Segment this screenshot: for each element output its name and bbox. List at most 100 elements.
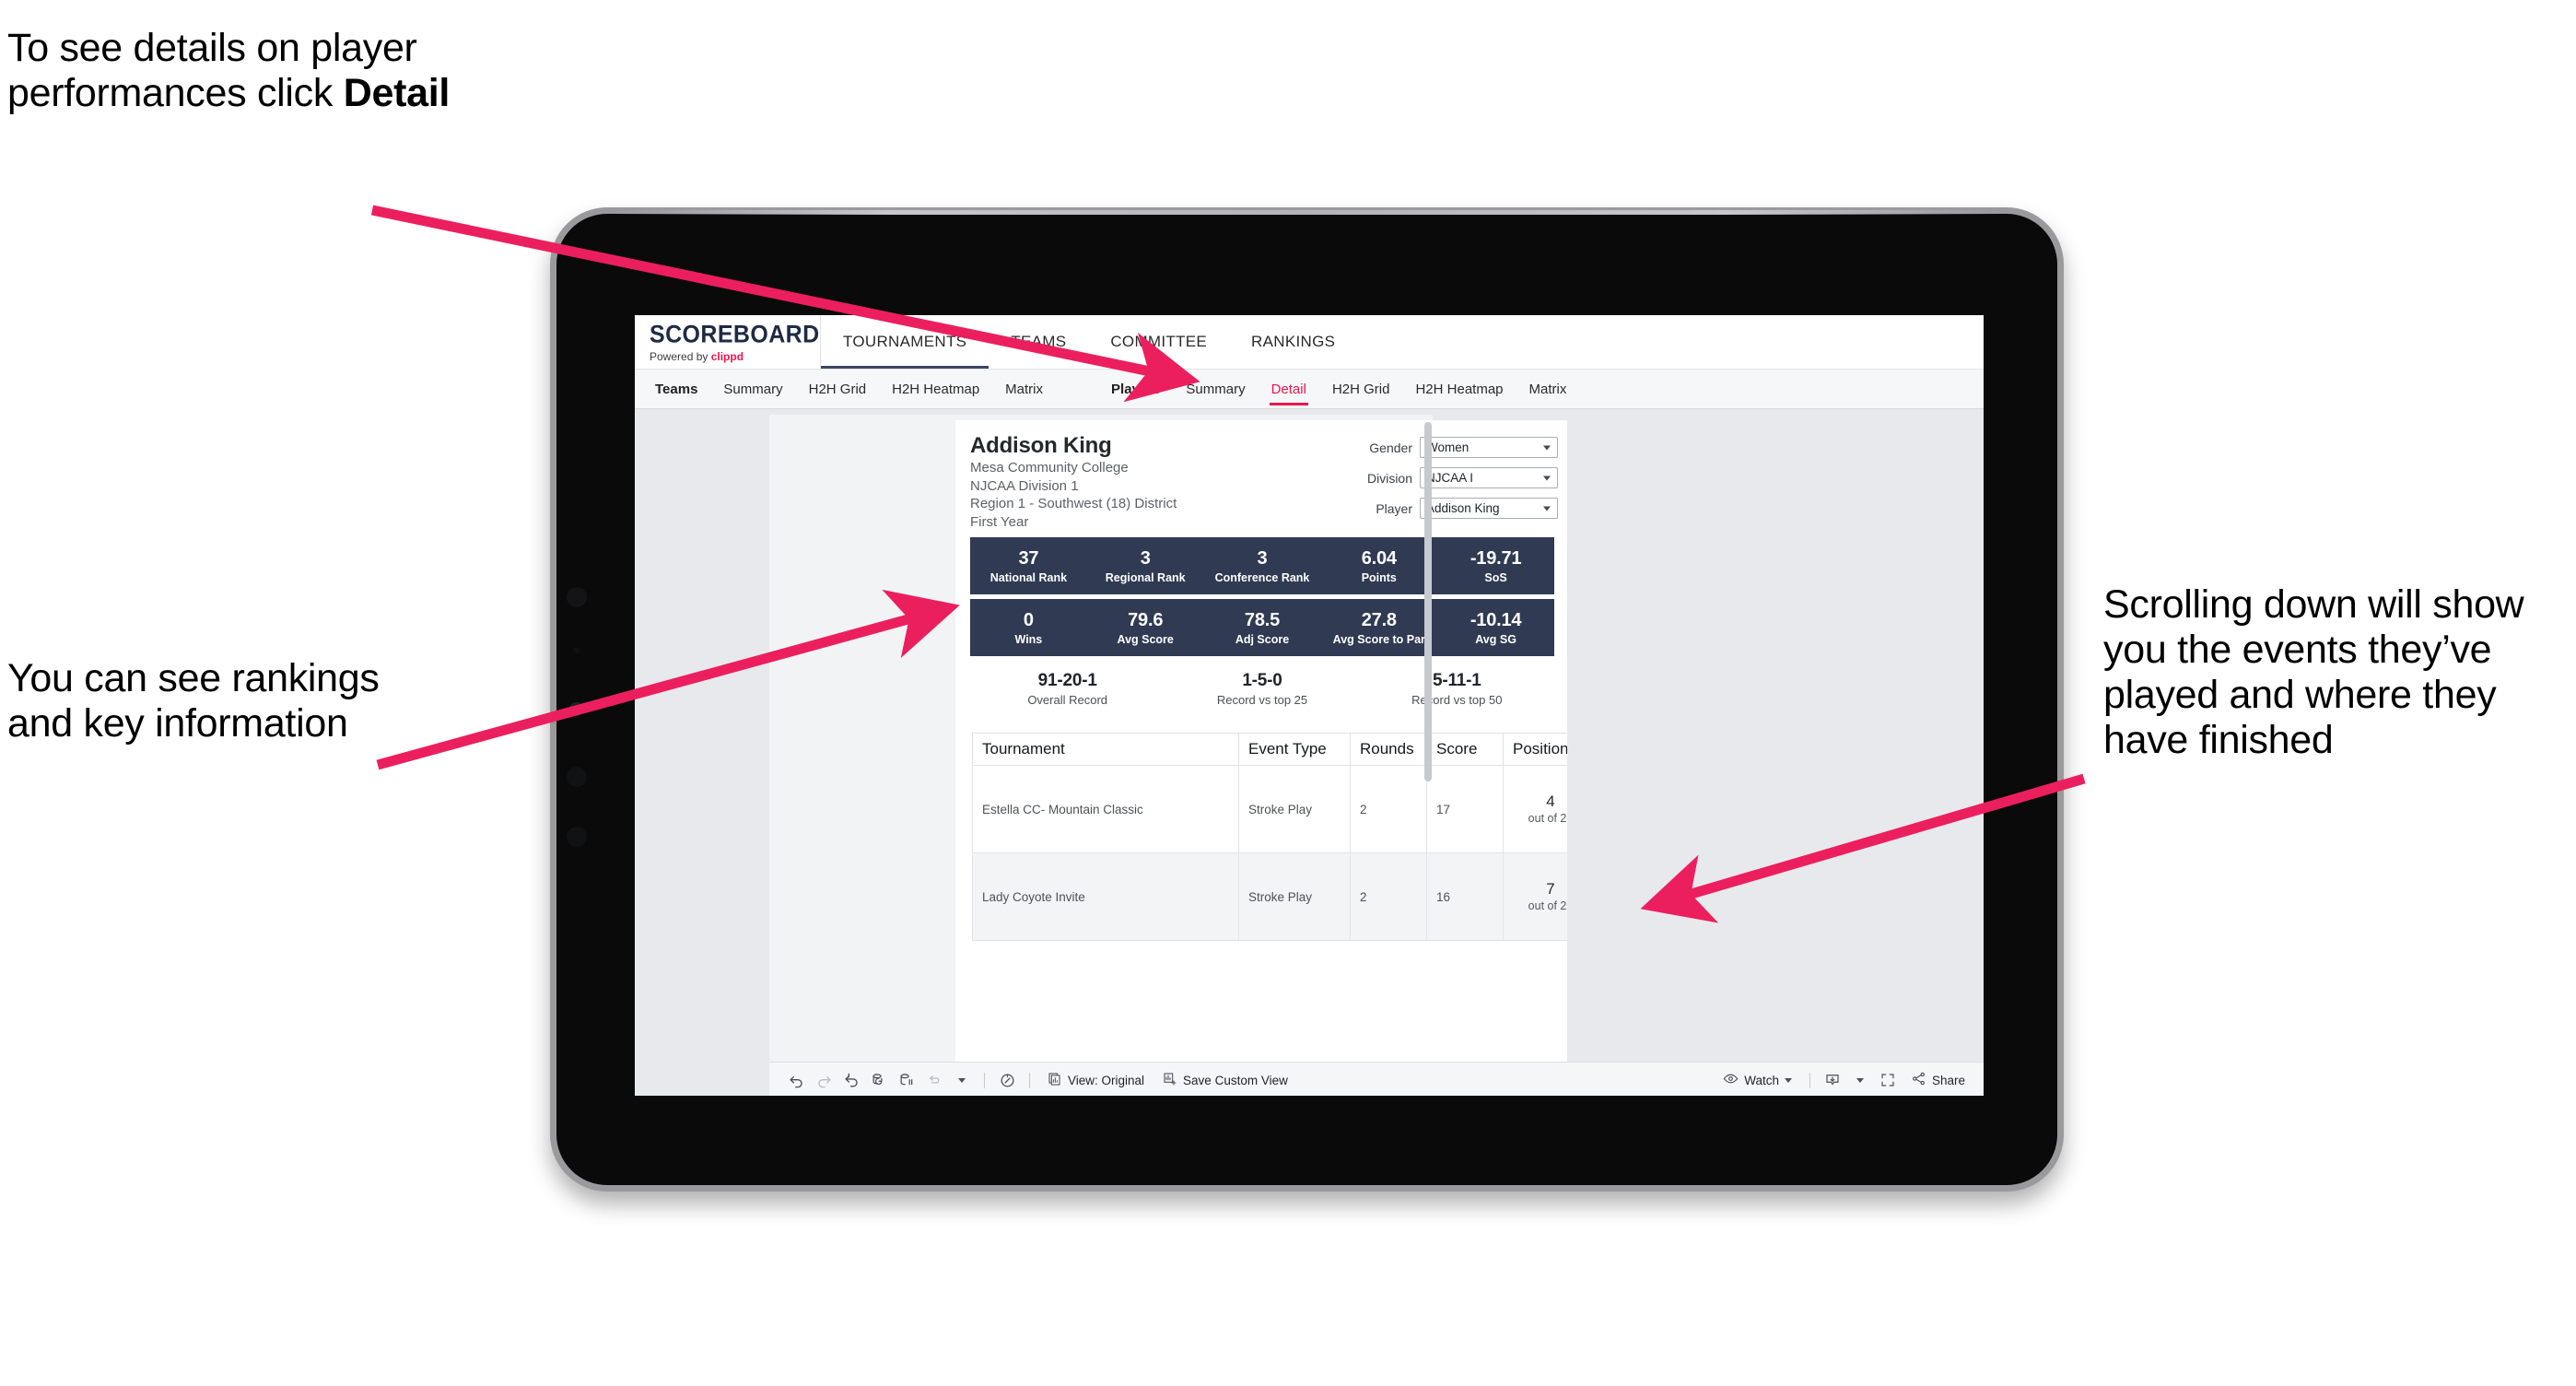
- filter-select-division[interactable]: NJCAA I: [1420, 467, 1558, 488]
- undo-icon[interactable]: [782, 1066, 810, 1094]
- tab-teams-h2h-heatmap[interactable]: H2H Heatmap: [879, 370, 992, 408]
- toolbar-right-icons: Watch Share: [1701, 1066, 1984, 1094]
- record-label: Record vs top 50: [1411, 693, 1503, 708]
- annotation-top-left: To see details on player performances cl…: [7, 26, 615, 116]
- filter-value-gender: Women: [1426, 440, 1469, 454]
- record-value: 1-5-0: [1242, 671, 1282, 691]
- player-school: Mesa Community College: [970, 459, 1129, 476]
- cell-rounds: 2: [1350, 852, 1427, 942]
- tab-players-detail[interactable]: Detail: [1259, 370, 1319, 408]
- camera-dot-icon: [567, 587, 587, 607]
- tab-teams-h2h-grid[interactable]: H2H Grid: [796, 370, 880, 408]
- stat-label: Regional Rank: [1105, 570, 1186, 584]
- toolbar-divider-3: [1809, 1072, 1810, 1088]
- player-division: NJCAA Division 1: [970, 477, 1079, 494]
- column-header-event-type[interactable]: Event Type: [1238, 733, 1351, 767]
- stat-value: -19.71: [1469, 547, 1522, 569]
- stat-label: Wins: [1014, 632, 1043, 646]
- column-header-score[interactable]: Score: [1426, 733, 1504, 767]
- nav-committee[interactable]: COMMITTEE: [1088, 315, 1229, 369]
- filter-value-player: Addison King: [1426, 501, 1500, 515]
- table-row[interactable]: Lady Coyote Invite Stroke Play 2 16 7 ou…: [972, 852, 1567, 942]
- table-row[interactable]: Estella CC- Mountain Classic Stroke Play…: [972, 765, 1567, 854]
- app-header: SCOREBOARD Powered by clippd TOURNAMENTS…: [635, 315, 1984, 369]
- stat-label: National Rank: [989, 570, 1068, 584]
- player-region: Region 1 - Southwest (18) District: [970, 496, 1177, 512]
- table-header-row: Tournament Event Type Rounds Score Posit…: [972, 733, 1567, 767]
- column-header-position[interactable]: Position: [1503, 733, 1567, 767]
- secondary-tab-bar: Teams Summary H2H Grid H2H Heatmap Matri…: [635, 369, 1984, 409]
- toolbar-divider: [984, 1072, 985, 1088]
- filter-row-division: Division NJCAA I: [1337, 467, 1558, 488]
- filter-select-player[interactable]: Addison King: [1420, 498, 1558, 519]
- record-vs-top-50: 5-11-1 Record vs top 50: [1360, 671, 1554, 707]
- position-value: 4: [1546, 792, 1555, 810]
- tab-teams-summary[interactable]: Summary: [710, 370, 795, 408]
- column-header-rounds[interactable]: Rounds: [1350, 733, 1427, 767]
- download-icon[interactable]: [1819, 1066, 1846, 1094]
- fullscreen-icon[interactable]: [1874, 1066, 1902, 1094]
- chevron-down-icon: [1543, 476, 1551, 480]
- share-button[interactable]: Share: [1902, 1071, 1974, 1089]
- cell-score: 17: [1426, 765, 1504, 854]
- share-label: Share: [1931, 1073, 1965, 1087]
- player-detail-card: Addison King Mesa Community College NJCA…: [955, 420, 1567, 1096]
- front-camera-icon: [569, 702, 583, 716]
- record-vs-top-25: 1-5-0 Record vs top 25: [1165, 671, 1359, 707]
- cell-event-type: Stroke Play: [1238, 765, 1351, 854]
- redo-icon[interactable]: [810, 1066, 837, 1094]
- dashboard-canvas: Addison King Mesa Community College NJCA…: [635, 409, 1984, 1096]
- view-original-icon: [1048, 1072, 1062, 1089]
- record-label: Overall Record: [1027, 693, 1108, 708]
- watch-button[interactable]: Watch: [1714, 1071, 1801, 1089]
- filter-label-player: Player: [1376, 500, 1412, 516]
- stat-points: 6.04 Points: [1320, 548, 1437, 584]
- column-header-tournament[interactable]: Tournament: [972, 733, 1239, 767]
- download-dropdown-caret-icon[interactable]: [1846, 1066, 1874, 1094]
- nav-tournaments[interactable]: TOURNAMENTS: [821, 315, 989, 369]
- revert-icon[interactable]: [837, 1066, 865, 1094]
- pause-auto-update-icon[interactable]: [893, 1066, 920, 1094]
- record-value: 91-20-1: [1037, 671, 1097, 691]
- records-row: 91-20-1 Overall Record 1-5-0 Record vs t…: [970, 671, 1554, 707]
- app-screen: SCOREBOARD Powered by clippd TOURNAMENTS…: [635, 315, 1984, 1096]
- stat-conference-rank: 3 Conference Rank: [1204, 548, 1321, 584]
- clear-filters-icon[interactable]: [993, 1066, 1021, 1094]
- stat-value: 27.8: [1361, 609, 1397, 630]
- pause-dropdown-caret-icon[interactable]: [948, 1066, 976, 1094]
- stat-value: 0: [1023, 609, 1034, 630]
- stat-value: 79.6: [1128, 609, 1164, 630]
- refresh-data-icon[interactable]: [865, 1066, 893, 1094]
- filter-select-gender[interactable]: Women: [1420, 437, 1558, 458]
- tab-group-label-players: Players: [1111, 381, 1161, 397]
- save-custom-view-button[interactable]: Save Custom View: [1153, 1072, 1297, 1089]
- stat-value: 78.5: [1244, 609, 1281, 630]
- player-name: Addison King: [970, 433, 1112, 458]
- tab-players-matrix[interactable]: Matrix: [1516, 370, 1580, 408]
- nav-teams[interactable]: TEAMS: [989, 315, 1088, 369]
- stat-label: Avg SG: [1475, 632, 1516, 646]
- stat-regional-rank: 3 Regional Rank: [1087, 548, 1204, 584]
- stat-wins: 0 Wins: [970, 610, 1087, 646]
- cell-event-type: Stroke Play: [1238, 852, 1351, 942]
- brand-logo[interactable]: SCOREBOARD Powered by clippd: [635, 315, 821, 369]
- nav-rankings[interactable]: RANKINGS: [1229, 315, 1357, 369]
- stat-value: 6.04: [1361, 547, 1397, 569]
- position-outof: out of 20: [1528, 812, 1567, 826]
- tablet-device-frame: SCOREBOARD Powered by clippd TOURNAMENTS…: [550, 207, 2064, 1192]
- stat-avg-sg: -10.14 Avg SG: [1437, 610, 1554, 646]
- pause-updates-icon[interactable]: [920, 1066, 948, 1094]
- tab-teams-matrix[interactable]: Matrix: [992, 370, 1056, 408]
- player-info: Addison King Mesa Community College NJCA…: [970, 433, 1337, 532]
- cell-tournament: Estella CC- Mountain Classic: [972, 765, 1239, 854]
- tab-players-h2h-heatmap[interactable]: H2H Heatmap: [1402, 370, 1516, 408]
- tab-group-label-teams: Teams: [655, 381, 698, 397]
- tab-players-summary[interactable]: Summary: [1173, 370, 1258, 408]
- speaker-dot-icon: [567, 767, 587, 787]
- vertical-scrollbar[interactable]: [1424, 422, 1432, 781]
- view-original-button[interactable]: View: Original: [1038, 1072, 1153, 1089]
- tab-players-h2h-grid[interactable]: H2H Grid: [1319, 370, 1403, 408]
- cell-position: 7 out of 20: [1503, 852, 1567, 942]
- save-custom-view-label: Save Custom View: [1183, 1073, 1288, 1087]
- player-year: First Year: [970, 514, 1029, 531]
